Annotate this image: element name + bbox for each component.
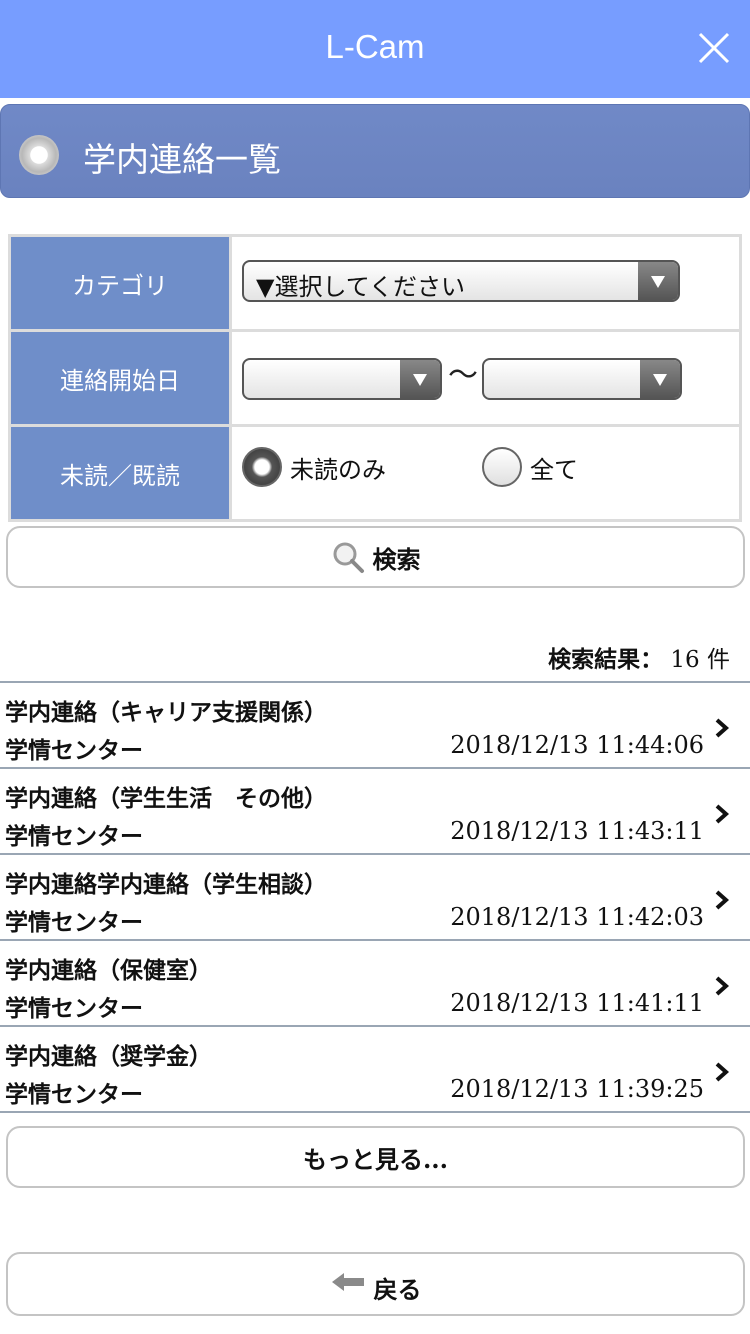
date-separator: ～	[448, 358, 478, 393]
item-date: 2018/12/13 11:41:11	[450, 989, 704, 1017]
back-button[interactable]: 戻る	[6, 1252, 745, 1316]
category-label: カテゴリ	[11, 237, 229, 329]
item-sender: 学情センター	[5, 909, 143, 936]
chevron-down-icon	[400, 360, 440, 398]
item-title: 学内連絡（学生生活 その他）	[5, 785, 327, 812]
item-title: 学内連絡（キャリア支援関係）	[5, 699, 327, 726]
item-title: 学内連絡（奨学金）	[5, 1043, 212, 1070]
chevron-down-icon	[638, 262, 678, 300]
chevron-right-icon	[715, 1062, 730, 1082]
radio-selected-icon	[242, 447, 282, 487]
chevron-down-icon	[640, 360, 680, 398]
category-select-value: ▼選択してください	[256, 273, 466, 301]
item-date: 2018/12/13 11:43:11	[450, 817, 704, 845]
list-item[interactable]: 学内連絡（奨学金） 学情センター 2018/12/13 11:39:25	[0, 1027, 750, 1113]
radio-all[interactable]: 全て	[482, 447, 578, 487]
date-from-select[interactable]	[242, 358, 442, 400]
list-item[interactable]: 学内連絡（保健室） 学情センター 2018/12/13 11:41:11	[0, 941, 750, 1027]
radio-unselected-icon	[482, 447, 522, 487]
item-sender: 学情センター	[5, 1081, 143, 1108]
radio-unread-label: 未読のみ	[290, 455, 386, 484]
chevron-right-icon	[715, 976, 730, 996]
result-count-label: 検索結果：	[548, 646, 664, 673]
back-arrow-icon	[330, 1270, 366, 1294]
show-more-label: もっと見る...	[302, 1144, 449, 1174]
item-title: 学内連絡学内連絡（学生相談）	[5, 871, 327, 898]
category-row: カテゴリ ▼選択してください	[11, 237, 739, 329]
date-row: 連絡開始日 ～	[11, 332, 739, 424]
item-sender: 学情センター	[5, 823, 143, 850]
category-select[interactable]: ▼選択してください	[242, 260, 680, 302]
result-count-unit: 件	[707, 647, 730, 673]
item-title: 学内連絡（保健室）	[5, 957, 212, 984]
top-bar: L-Cam	[0, 0, 750, 98]
search-form: カテゴリ ▼選択してください 連絡開始日 ～ 未読／既読 未読のみ 全て	[8, 234, 742, 522]
show-more-button[interactable]: もっと見る...	[6, 1126, 745, 1188]
app-title: L-Cam	[325, 28, 425, 65]
magnifier-icon	[331, 540, 365, 574]
item-date: 2018/12/13 11:39:25	[450, 1075, 704, 1103]
result-count: 検索結果： 16 件	[548, 640, 730, 674]
item-sender: 学情センター	[5, 995, 143, 1022]
read-status-label: 未読／既読	[11, 427, 229, 519]
item-date: 2018/12/13 11:42:03	[450, 903, 704, 931]
list-item[interactable]: 学内連絡学内連絡（学生相談） 学情センター 2018/12/13 11:42:0…	[0, 855, 750, 941]
chevron-right-icon	[715, 890, 730, 910]
result-count-value: 16	[670, 647, 700, 673]
list-item[interactable]: 学内連絡（学生生活 その他） 学情センター 2018/12/13 11:43:1…	[0, 769, 750, 855]
page-title: 学内連絡一覧	[83, 140, 281, 179]
radio-unread-only[interactable]: 未読のみ	[242, 447, 386, 487]
item-date: 2018/12/13 11:44:06	[450, 731, 704, 759]
read-status-row: 未読／既読 未読のみ 全て	[11, 427, 739, 519]
bullet-icon	[19, 135, 59, 175]
item-sender: 学情センター	[5, 737, 143, 764]
notice-list: 学内連絡（キャリア支援関係） 学情センター 2018/12/13 11:44:0…	[0, 681, 750, 1113]
list-item[interactable]: 学内連絡（キャリア支援関係） 学情センター 2018/12/13 11:44:0…	[0, 683, 750, 769]
search-button-label: 検索	[372, 544, 421, 574]
search-button[interactable]: 検索	[6, 526, 745, 588]
date-to-select[interactable]	[482, 358, 682, 400]
page-header: 学内連絡一覧	[0, 104, 750, 198]
date-label: 連絡開始日	[11, 332, 229, 424]
chevron-right-icon	[715, 718, 730, 738]
close-icon[interactable]	[690, 24, 738, 72]
chevron-right-icon	[715, 804, 730, 824]
back-button-label: 戻る	[373, 1275, 422, 1304]
radio-all-label: 全て	[530, 455, 578, 484]
